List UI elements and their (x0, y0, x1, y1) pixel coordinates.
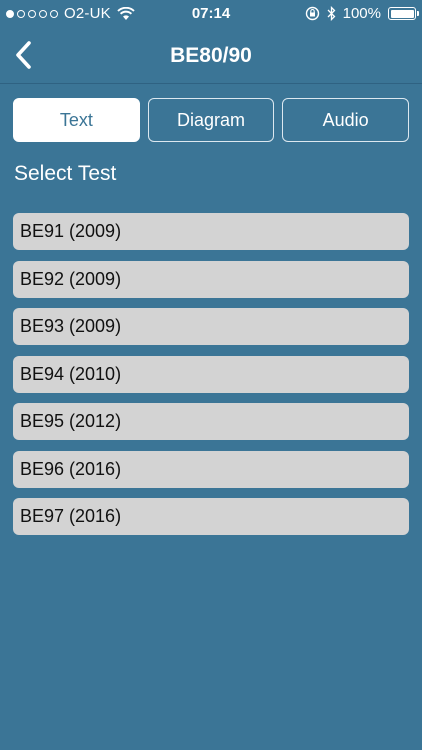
bluetooth-icon (327, 6, 336, 21)
list-item[interactable]: BE96 (2016) (13, 450, 409, 488)
segmented-tabs: Text Diagram Audio (13, 98, 410, 142)
status-bar: O2-UK 07:14 100% (0, 0, 422, 28)
list-item[interactable]: BE93 (2009) (13, 308, 409, 345)
tab-text[interactable]: Text (13, 98, 140, 142)
section-title: Select Test (14, 162, 117, 185)
list-item[interactable]: BE91 (2009) (13, 213, 409, 250)
page-title: BE80/90 (170, 44, 252, 67)
battery-fill (390, 9, 414, 18)
tab-audio[interactable]: Audio (282, 98, 410, 142)
tab-diagram[interactable]: Diagram (147, 98, 275, 142)
list-item[interactable]: BE97 (2016) (13, 498, 409, 535)
battery-icon (388, 7, 419, 20)
list-item[interactable]: BE95 (2012) (13, 403, 409, 440)
orientation-lock-icon (305, 6, 319, 21)
status-right: 100% (305, 5, 419, 22)
test-list: BE91 (2009) BE92 (2009) BE93 (2009) BE94… (13, 213, 409, 535)
navigation-bar: BE80/90 (0, 28, 422, 84)
list-item[interactable]: BE94 (2010) (13, 355, 409, 393)
battery-percent: 100% (342, 5, 381, 22)
list-item[interactable]: BE92 (2009) (13, 260, 409, 298)
